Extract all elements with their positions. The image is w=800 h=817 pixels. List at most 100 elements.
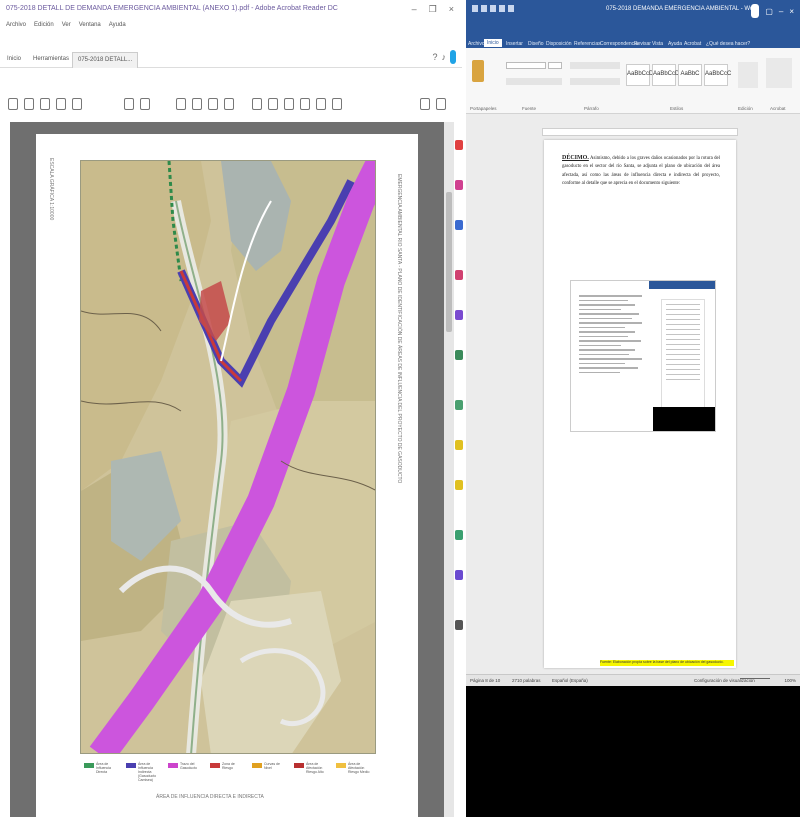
email-icon[interactable] — [56, 98, 66, 110]
document-paragraph: DÉCIMO. Asimismo, debido a los graves da… — [562, 154, 720, 189]
redo-icon[interactable] — [490, 5, 496, 12]
maximize-button[interactable]: ❐ — [429, 4, 437, 15]
tab-diseno[interactable]: Diseño — [528, 41, 544, 47]
fit-page-icon[interactable] — [252, 98, 262, 110]
more-tools-icon[interactable] — [455, 570, 463, 580]
zoom-slider[interactable] — [740, 678, 770, 679]
tab-ayuda[interactable]: Ayuda — [668, 41, 682, 47]
tab-correspondencia[interactable]: Correspondencia — [600, 41, 638, 47]
tab-acrobat[interactable]: Acrobat — [684, 41, 701, 47]
legend-swatch — [168, 763, 178, 768]
text-icon[interactable] — [316, 98, 326, 110]
organize-pages-icon[interactable] — [455, 350, 463, 360]
style-heading-1[interactable]: AaBbC — [678, 64, 702, 86]
zoom-in-icon[interactable] — [224, 98, 234, 110]
select-tool-icon[interactable] — [176, 98, 186, 110]
font-format-buttons[interactable] — [506, 78, 562, 85]
tab-document[interactable]: 075-2018 DETALL... — [72, 52, 139, 68]
combine-files-icon[interactable] — [455, 310, 463, 320]
menu-ver[interactable]: Ver — [62, 22, 71, 34]
highlight-icon[interactable] — [284, 98, 294, 110]
editing-group[interactable] — [738, 62, 758, 88]
lock-icon[interactable] — [436, 98, 446, 110]
legend-label: Área de Afectación Riesgo Medio — [348, 762, 370, 774]
redact-icon[interactable] — [455, 400, 463, 410]
font-size-select[interactable] — [548, 62, 562, 69]
pdf-window-controls: – ❐ × — [412, 4, 454, 15]
sign-in-badge[interactable] — [450, 50, 456, 64]
legend-item: Área de Influencia Directa — [84, 762, 118, 774]
menu-ayuda[interactable]: Ayuda — [109, 22, 126, 34]
close-button[interactable]: × — [449, 4, 454, 15]
minimize-button[interactable]: – — [412, 4, 417, 15]
save-icon[interactable] — [472, 5, 478, 12]
send-for-review-icon[interactable] — [455, 530, 463, 540]
embedded-screenshot-image[interactable] — [570, 280, 716, 432]
hand-tool-icon[interactable] — [192, 98, 202, 110]
status-zoom[interactable]: 100% — [784, 678, 796, 683]
tab-revisar[interactable]: Revisar — [634, 41, 651, 47]
help-icon[interactable]: ? — [432, 52, 437, 62]
search-icon[interactable] — [72, 98, 82, 110]
comment-icon[interactable] — [268, 98, 278, 110]
legend-swatch — [210, 763, 220, 768]
style-no-spacing[interactable]: AaBbCcDc — [652, 64, 682, 86]
share-icon[interactable] — [420, 98, 430, 110]
edit-pdf-icon[interactable] — [455, 220, 463, 230]
create-pdf-icon[interactable] — [455, 180, 463, 190]
style-normal[interactable]: AaBbCcDc — [626, 64, 656, 86]
paragraph-list-buttons[interactable] — [570, 62, 620, 69]
ribbon-tab-bar: Archivo Inicio Insertar Diseño Disposici… — [466, 20, 800, 48]
legend-item: Zona de Riesgo — [210, 762, 244, 770]
status-words[interactable]: 2710 palabras — [512, 678, 541, 683]
font-name-select[interactable] — [506, 62, 546, 69]
pdf-tab-bar: Inicio Herramientas 075-2018 DETALL... ?… — [0, 50, 462, 68]
tab-insertar[interactable]: Insertar — [506, 41, 523, 47]
menu-archivo[interactable]: Archivo — [6, 22, 26, 34]
tab-vista[interactable]: Vista — [652, 41, 663, 47]
legend-swatch — [252, 763, 262, 768]
tab-referencias[interactable]: Referencias — [574, 41, 601, 47]
sign-icon[interactable] — [332, 98, 342, 110]
zoom-out-icon[interactable] — [208, 98, 218, 110]
comment-tool-icon[interactable] — [455, 270, 463, 280]
status-language[interactable]: Español (España) — [552, 678, 588, 683]
fill-sign-icon[interactable] — [455, 480, 463, 490]
minimize-button[interactable]: – — [779, 7, 783, 16]
account-toggle[interactable] — [751, 4, 760, 18]
page-up-icon[interactable] — [124, 98, 134, 110]
paste-icon[interactable] — [472, 60, 484, 82]
protect-icon[interactable] — [455, 440, 463, 450]
undo-icon[interactable] — [481, 5, 487, 12]
print-icon[interactable] — [40, 98, 50, 110]
horizontal-ruler[interactable] — [542, 128, 738, 136]
menu-ventana[interactable]: Ventana — [79, 22, 101, 34]
tab-archivo[interactable]: Archivo — [468, 41, 485, 47]
tab-disposicion[interactable]: Disposición — [546, 41, 572, 47]
tab-inicio[interactable]: Inicio — [484, 39, 502, 47]
style-heading-2[interactable]: AaBbCcC — [704, 64, 731, 86]
export-pdf-icon[interactable] — [455, 140, 463, 150]
menu-edicion[interactable]: Edición — [34, 22, 54, 34]
pdf-workspace[interactable]: ESCALA GRÁFICA 1:10000 EMERGENCIA AMBIEN… — [10, 122, 444, 817]
draw-icon[interactable] — [300, 98, 310, 110]
tell-me-search[interactable]: ¿Qué desea hacer? — [706, 41, 750, 47]
ribbon-display-button[interactable]: ▢ — [765, 7, 773, 16]
page-down-icon[interactable] — [140, 98, 150, 110]
store-icon[interactable] — [455, 620, 463, 630]
group-label-styles: Estilos — [670, 106, 684, 111]
word-window-title: 075-2018 DEMANDA EMERGENCIA AMBIENTAL - … — [606, 6, 759, 12]
bell-icon[interactable]: ♪ — [442, 52, 447, 62]
status-page[interactable]: Página 8 de 10 — [470, 678, 500, 683]
close-button[interactable]: × — [789, 7, 794, 16]
paragraph-align-buttons[interactable] — [570, 78, 620, 85]
map-image — [80, 160, 376, 754]
upload-icon[interactable] — [24, 98, 34, 110]
document-page[interactable]: DÉCIMO. Asimismo, debido a los graves da… — [544, 140, 736, 668]
save-icon[interactable] — [8, 98, 18, 110]
customize-icon[interactable] — [508, 5, 514, 12]
tab-herramientas[interactable]: Herramientas — [28, 52, 74, 68]
print-icon[interactable] — [499, 5, 505, 12]
tab-inicio[interactable]: Inicio — [2, 52, 26, 68]
acrobat-group[interactable] — [766, 58, 792, 88]
